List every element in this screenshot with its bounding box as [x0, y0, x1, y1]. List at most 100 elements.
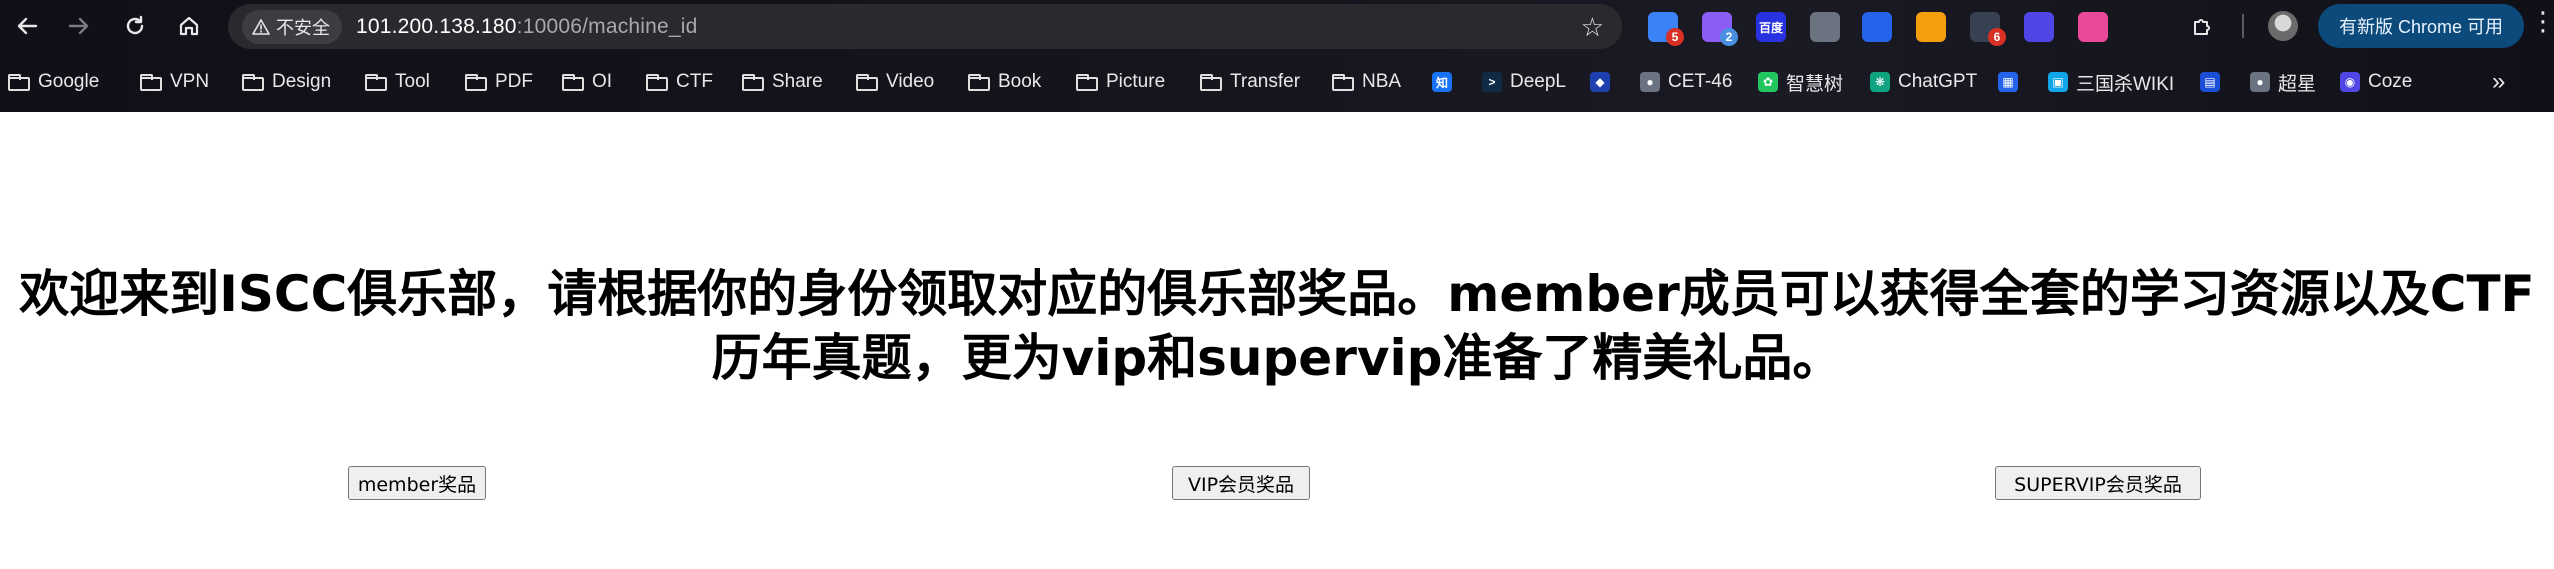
- bookmark-item[interactable]: Video: [856, 68, 934, 96]
- baidu-extension-icon[interactable]: 百度: [1756, 12, 1786, 42]
- bookmark-item[interactable]: PDF: [465, 68, 533, 96]
- url-text[interactable]: 101.200.138.180:10006/machine_id: [356, 15, 698, 39]
- site-favicon-icon: ❋: [1870, 72, 1890, 92]
- folder-icon: [856, 73, 878, 91]
- bookmark-label: 三国杀WIKI: [2076, 73, 2175, 95]
- bookmark-item[interactable]: CTF: [646, 68, 713, 96]
- bookmark-label: Design: [272, 71, 332, 92]
- site-favicon-icon: ●: [1640, 72, 1660, 92]
- bookmark-item[interactable]: ◆: [1590, 68, 1610, 96]
- home-button[interactable]: [172, 9, 206, 43]
- bookmark-item[interactable]: Google: [8, 68, 99, 96]
- bookmark-item[interactable]: NBA: [1332, 68, 1401, 96]
- address-bar[interactable]: 不安全 101.200.138.180:10006/machine_id ☆: [228, 4, 1622, 49]
- bookmark-label: Book: [998, 71, 1042, 92]
- bookmark-label: OI: [592, 71, 613, 92]
- avatar-icon: [2268, 11, 2298, 41]
- ext-6-extension-icon[interactable]: [1916, 12, 1946, 42]
- site-favicon-icon: ✿: [1758, 72, 1778, 92]
- bookmark-star-icon[interactable]: ☆: [1581, 12, 1604, 43]
- site-favicon-icon: ▤: [2200, 72, 2220, 92]
- folder-icon: [1076, 73, 1098, 91]
- bookmarks-bar: Google VPN Design Tool PDF OI CTF Share Video Boo…: [0, 60, 2554, 104]
- bookmark-item[interactable]: Book: [968, 68, 1041, 96]
- site-favicon-icon: ◉: [2340, 72, 2360, 92]
- bookmark-label: DeepL: [1510, 71, 1566, 92]
- bookmark-item[interactable]: ▣ 三国杀WIKI: [2048, 68, 2174, 96]
- vip-prize-button[interactable]: VIP会员奖品: [1172, 466, 1310, 500]
- ext-7-extension-icon[interactable]: 6: [1970, 12, 2006, 46]
- reload-icon: [126, 15, 144, 35]
- supervip-prize-button[interactable]: SUPERVIP会员奖品: [1995, 466, 2201, 500]
- ext-8-extension-icon[interactable]: [2024, 12, 2054, 42]
- browser-chrome: 不安全 101.200.138.180:10006/machine_id ☆ 5…: [0, 0, 2554, 112]
- url-host: 101.200.138.180: [356, 14, 517, 38]
- home-icon: [179, 16, 199, 36]
- ext-5-extension-icon[interactable]: [1862, 12, 1892, 42]
- bookmark-label: VPN: [170, 71, 210, 92]
- reload-button[interactable]: [118, 9, 152, 43]
- site-info-label: 不安全: [276, 17, 330, 38]
- folder-icon: [742, 73, 764, 91]
- forward-arrow-icon: [68, 17, 89, 35]
- bookmark-item[interactable]: 知: [1432, 68, 1452, 96]
- folder-icon: [1332, 73, 1354, 91]
- bookmark-item[interactable]: ▤: [2200, 68, 2220, 96]
- chrome-update-button[interactable]: 有新版 Chrome 可用: [2318, 4, 2524, 48]
- bookmark-item[interactable]: ● 超星: [2250, 68, 2316, 96]
- bookmark-label: 智慧树: [1786, 73, 1844, 95]
- profile-avatar[interactable]: [2266, 9, 2300, 43]
- folder-icon: [365, 73, 387, 91]
- site-favicon-icon: ◆: [1590, 72, 1610, 92]
- site-favicon-icon: ●: [2250, 72, 2270, 92]
- url-path: :10006/machine_id: [516, 14, 698, 38]
- bookmark-label: Tool: [395, 71, 430, 92]
- bookmarks-overflow-chevron-icon[interactable]: »: [2492, 68, 2505, 96]
- bookmark-item[interactable]: ◉ Coze: [2340, 68, 2412, 96]
- site-favicon-icon: ▣: [2048, 72, 2068, 92]
- ext-4-extension-icon[interactable]: [1810, 12, 1840, 42]
- extension-label: 百度: [1758, 20, 1783, 35]
- bookmark-item[interactable]: ● CET-46: [1640, 68, 1732, 96]
- ext-1-extension-icon[interactable]: 5: [1648, 12, 1684, 46]
- bookmark-label: 超星: [2278, 73, 2317, 95]
- ext-9-extension-icon[interactable]: [2078, 12, 2108, 42]
- bookmark-label: Video: [886, 71, 935, 92]
- bookmark-item[interactable]: Tool: [365, 68, 430, 96]
- ext-2-extension-icon[interactable]: 2: [1702, 12, 1738, 46]
- back-button[interactable]: [10, 9, 44, 43]
- bookmark-item[interactable]: OI: [562, 68, 612, 96]
- warning-icon: [252, 18, 270, 35]
- bookmark-item[interactable]: Transfer: [1200, 68, 1300, 96]
- extension-badge: 5: [1666, 28, 1684, 46]
- site-info-chip[interactable]: 不安全: [242, 9, 342, 44]
- folder-icon: [646, 73, 668, 91]
- folder-icon: [562, 73, 584, 91]
- bookmark-label: PDF: [495, 71, 533, 92]
- bookmark-item[interactable]: Design: [242, 68, 331, 96]
- folder-icon: [8, 73, 30, 91]
- member-prize-button[interactable]: member奖品: [348, 466, 486, 500]
- bookmark-label: CET-46: [1668, 71, 1733, 92]
- bookmark-label: Picture: [1106, 71, 1166, 92]
- folder-icon: [1200, 73, 1222, 91]
- extensions-puzzle-button[interactable]: [2186, 9, 2220, 43]
- bookmark-item[interactable]: Share: [742, 68, 823, 96]
- extension-badge: 6: [1988, 28, 2006, 46]
- site-favicon-icon: >: [1482, 72, 1502, 92]
- bookmark-label: Google: [38, 71, 100, 92]
- bookmark-label: Share: [772, 71, 823, 92]
- folder-icon: [140, 73, 162, 91]
- bookmark-item[interactable]: ❋ ChatGPT: [1870, 68, 1977, 96]
- extension-badge: 2: [1720, 28, 1738, 46]
- bookmark-item[interactable]: ✿ 智慧树: [1758, 68, 1843, 96]
- bookmark-label: Coze: [2368, 71, 2413, 92]
- folder-icon: [465, 73, 487, 91]
- bookmark-item[interactable]: VPN: [140, 68, 209, 96]
- forward-button[interactable]: [62, 9, 96, 43]
- bookmark-item[interactable]: > DeepL: [1482, 68, 1566, 96]
- chrome-menu-icon[interactable]: ⋮: [2530, 6, 2554, 37]
- bookmark-item[interactable]: ▦: [1998, 68, 2018, 96]
- bookmark-item[interactable]: Picture: [1076, 68, 1165, 96]
- browser-toolbar: 不安全 101.200.138.180:10006/machine_id ☆ 5…: [0, 0, 2554, 52]
